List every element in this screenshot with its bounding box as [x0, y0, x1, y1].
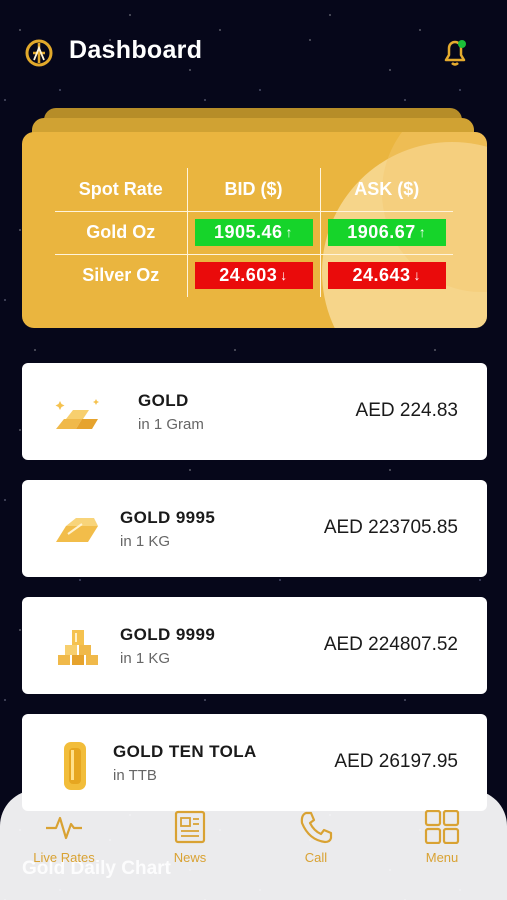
tola-bar-icon: [64, 742, 86, 790]
spot-row-silver: Silver Oz 24.603 ↓ 24.643 ↓: [55, 254, 453, 297]
product-name: GOLD: [138, 391, 189, 410]
brand-logo-icon: [25, 39, 53, 67]
spot-row-label: Gold Oz: [55, 211, 187, 255]
arrow-down-icon: ↓: [413, 267, 422, 284]
app-header: Dashboard: [0, 0, 507, 105]
pulse-icon: [46, 816, 82, 840]
spot-rate-header: Spot Rate: [55, 168, 187, 212]
product-unit: in 1 Gram: [138, 416, 204, 433]
spot-row-label: Silver Oz: [82, 265, 160, 286]
arrow-down-icon: ↓: [280, 267, 288, 284]
spot-rate-card: Spot Rate BID ($) ASK ($) Gold Oz 1905.4…: [22, 132, 487, 328]
nav-label: Menu: [425, 850, 459, 865]
gold-ask-value: 1906.67 ↑: [327, 219, 446, 246]
product-name: GOLD 9995: [120, 508, 216, 527]
product-unit: in 1 KG: [120, 650, 171, 667]
product-unit: in TTB: [113, 767, 157, 784]
ask-header: ASK ($): [320, 168, 453, 212]
spot-rate-table: Spot Rate BID ($) ASK ($) Gold Oz 1905.4…: [55, 168, 453, 297]
product-card-gold[interactable]: GOLD in 1 Gram AED 224.83: [22, 363, 487, 460]
gold-bars-icon: [55, 399, 99, 429]
gold-bid-cell: 1905.46 ↑: [186, 211, 321, 255]
silver-bid-value: 24.603 ↓: [194, 262, 313, 290]
gold-bid-value: 1905.46 ↑: [194, 219, 313, 246]
gold-stack-icon: [58, 630, 98, 665]
product-unit: in 1 KG: [120, 533, 171, 550]
product-name: GOLD 9999: [120, 625, 216, 644]
bottom-navigation: Gold Daily Chart Live Rates News Call Me…: [0, 790, 507, 900]
nav-news[interactable]: News: [145, 810, 235, 865]
spot-table-header-row: Spot Rate BID ($) ASK ($): [55, 168, 453, 212]
silver-ask-value: 24.643 ↓: [327, 262, 446, 290]
bid-header: BID ($): [186, 168, 321, 212]
product-card-gold-9999[interactable]: GOLD 9999 in 1 KG AED 224807.52: [22, 597, 487, 694]
gold-ask-cell: 1906.67 ↑: [320, 211, 453, 255]
newspaper-icon: [174, 810, 206, 844]
arrow-up-icon: ↑: [418, 224, 427, 240]
product-card-gold-9995[interactable]: GOLD 9995 in 1 KG AED 223705.85: [22, 480, 487, 577]
product-price: AED 26197.95: [334, 751, 458, 772]
spot-row-gold: Gold Oz 1905.46 ↑ 1906.67 ↑: [55, 211, 453, 255]
product-price: AED 224.83: [355, 400, 458, 421]
nav-label: News: [173, 850, 207, 865]
silver-bid-cell: 24.603 ↓: [186, 254, 321, 297]
nav-live-rates[interactable]: Live Rates: [19, 810, 109, 865]
grid-icon: [424, 810, 460, 844]
nav-call[interactable]: Call: [271, 810, 361, 865]
product-price: AED 224807.52: [323, 634, 458, 655]
product-name: GOLD TEN TOLA: [113, 742, 257, 761]
nav-label: Call: [304, 850, 328, 865]
product-price: AED 223705.85: [323, 517, 458, 538]
notification-bell-icon[interactable]: [440, 36, 470, 68]
nav-menu[interactable]: Menu: [397, 810, 487, 865]
gold-bar-icon: [56, 518, 98, 542]
page-title: Dashboard: [69, 36, 203, 64]
arrow-up-icon: ↑: [285, 224, 294, 240]
phone-icon: [300, 811, 333, 844]
silver-ask-cell: 24.643 ↓: [320, 254, 453, 297]
nav-label: Live Rates: [33, 850, 95, 865]
